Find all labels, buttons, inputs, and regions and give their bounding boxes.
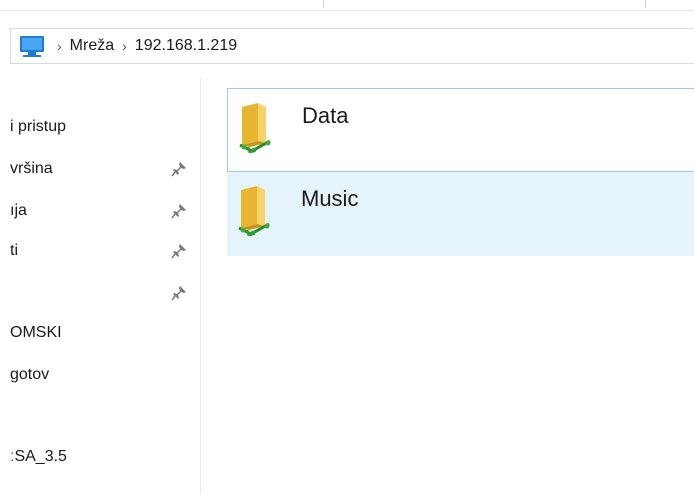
nav-item-label: ːSA_3.5 <box>10 448 67 465</box>
nav-item-label: i pristup <box>10 118 67 135</box>
nav-item-quick-access[interactable]: i pristup <box>0 112 200 142</box>
nav-item-label: gotov <box>10 366 50 383</box>
nav-item-documents[interactable]: ti <box>0 236 200 266</box>
network-computer-icon <box>19 35 47 57</box>
ribbon-edge <box>0 0 694 11</box>
chevron-right-icon[interactable]: › <box>122 38 127 54</box>
navigation-pane: i pristup vršina ıja ti OMSKI gotov ːSA_… <box>0 78 201 494</box>
breadcrumb-host[interactable]: 192.168.1.219 <box>135 37 237 55</box>
share-item-music[interactable]: Music <box>227 172 694 256</box>
share-name: Data <box>302 103 349 128</box>
nav-item-downloads[interactable]: ıja <box>0 196 200 226</box>
share-name: Music <box>301 186 359 211</box>
nav-item-pictures[interactable] <box>0 278 200 308</box>
nav-item-label: ti <box>10 242 18 259</box>
nav-item-folder[interactable]: gotov <box>0 360 200 390</box>
nav-item-folder[interactable]: ːSA_3.5 <box>0 442 200 472</box>
pin-icon <box>171 162 186 177</box>
nav-item-label: ıja <box>10 202 27 219</box>
network-share-folder-icon <box>238 186 270 236</box>
pin-icon <box>171 204 186 219</box>
share-item-data[interactable]: Data <box>227 88 694 172</box>
nav-item-label: vršina <box>10 160 53 177</box>
file-explorer-window: › Mreža › 192.168.1.219 i pristup vršina… <box>0 0 694 494</box>
breadcrumb-network[interactable]: Mreža <box>70 37 114 55</box>
nav-item-label: OMSKI <box>10 324 62 341</box>
nav-item-desktop[interactable]: vršina <box>0 154 200 184</box>
chevron-right-icon[interactable]: › <box>57 38 62 54</box>
nav-item-folder[interactable]: OMSKI <box>0 318 200 348</box>
address-bar[interactable]: › Mreža › 192.168.1.219 <box>10 28 694 64</box>
nav-item-blank[interactable] <box>0 402 200 432</box>
pin-icon <box>171 244 186 259</box>
pin-icon <box>171 286 186 301</box>
network-share-folder-icon <box>239 103 271 153</box>
